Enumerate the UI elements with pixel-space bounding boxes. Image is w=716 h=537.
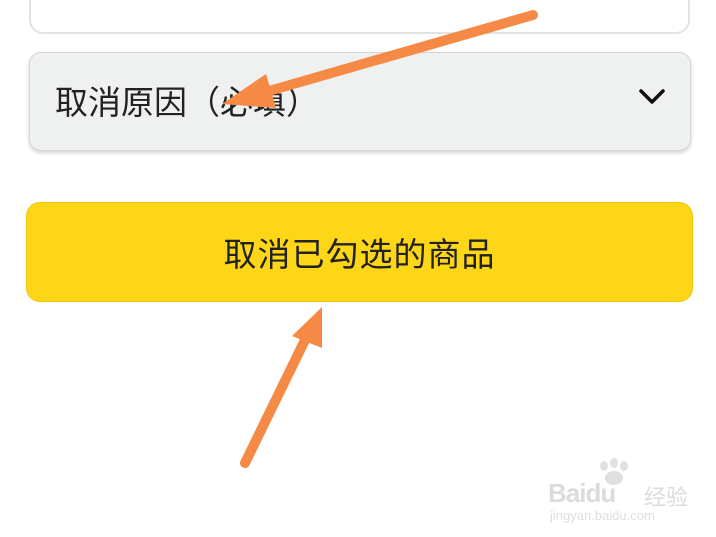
watermark-logo: Baidu xyxy=(548,478,616,508)
chevron-down-icon[interactable] xyxy=(636,81,668,113)
cancel-reason-placeholder: 取消原因（必填） xyxy=(55,83,319,122)
cancel-reason-select[interactable]: 取消原因（必填） xyxy=(29,52,691,151)
watermark-url: jingyan.baidu.com xyxy=(550,508,655,523)
arrow-to-cancel-button xyxy=(240,307,322,468)
cancel-button-label: 取消已勾选的商品 xyxy=(223,235,496,274)
cancel-selected-items-button[interactable]: 取消已勾选的商品 xyxy=(26,202,693,302)
baidu-jingyan-watermark: Baidu 经验 jingyan.baidu.com xyxy=(548,458,698,524)
cancel-order-form: 取消原因（必填） 取消已勾选的商品 Baidu 经验 jingyan.baidu… xyxy=(0,0,716,537)
previous-input-field[interactable] xyxy=(29,0,690,34)
